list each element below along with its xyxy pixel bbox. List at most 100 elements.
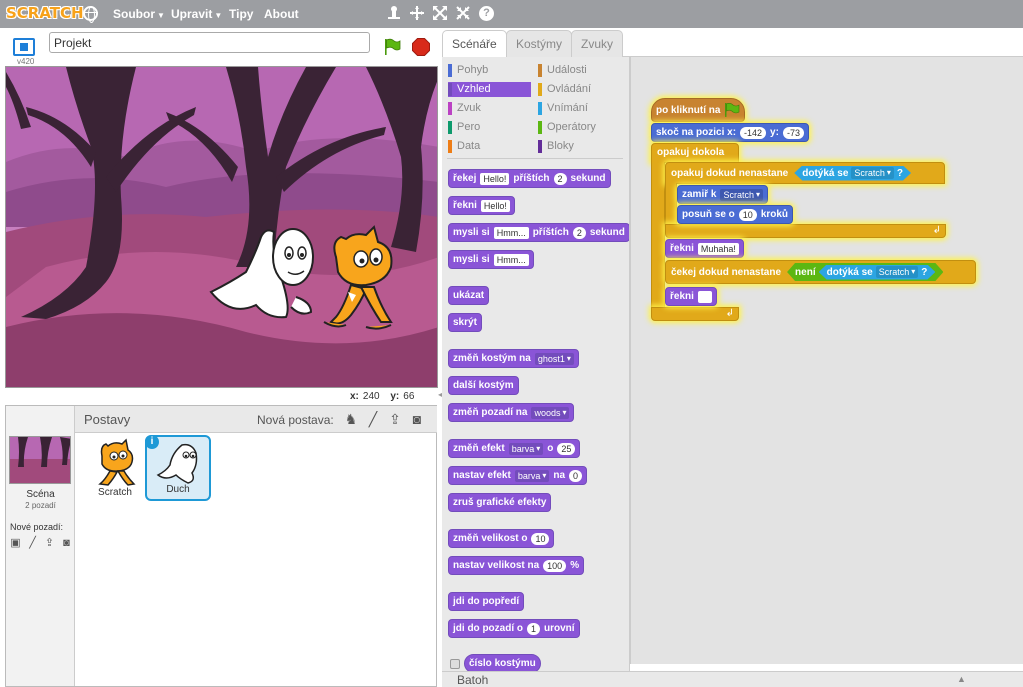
expand-arrow-icon[interactable]: ▲ [957, 674, 966, 684]
grow-icon[interactable] [431, 5, 449, 23]
scripts-area[interactable]: po kliknutí na skoč na pozici x: -142 y: -7… [630, 57, 1023, 664]
block-touching[interactable]: dotýká seScratch? [794, 166, 911, 181]
block-switch-backdrop[interactable]: změň pozadí na woods [448, 403, 575, 422]
block-wait-until[interactable]: čekej dokud nenastane není dotýká se Scra… [665, 260, 976, 284]
camera-sprite-icon[interactable]: ◙ [409, 411, 425, 427]
block-set-size[interactable]: nastav velikost na 100% [448, 556, 585, 575]
sprite-name: Scratch [98, 487, 132, 498]
backpack-label: Batoh [457, 673, 489, 687]
category-divider [447, 158, 623, 159]
project-title-input[interactable] [49, 32, 370, 53]
mouse-coordinates: x: 240 y: 66 [350, 391, 415, 402]
category-events[interactable]: Události [538, 63, 623, 78]
camera-backdrop-icon[interactable]: ◙ [60, 537, 73, 549]
sprite-thumb-scratch[interactable]: Scratch [82, 436, 148, 502]
category-sensing[interactable]: Vnímání [538, 101, 623, 116]
stage-header: v420 [5, 30, 438, 66]
block-touching[interactable]: dotýká seScratch? [819, 265, 936, 280]
sprite-library-icon[interactable]: ♞ [343, 411, 359, 427]
scene-thumbnail[interactable] [9, 436, 71, 484]
mouse-y-value: 66 [403, 391, 415, 402]
repeat-until-bottom: ↲ [665, 224, 946, 238]
paint-backdrop-icon[interactable]: ╱ [26, 537, 39, 549]
category-more-blocks[interactable]: Bloky [538, 139, 623, 154]
version-label: v420 [17, 57, 35, 66]
stage-backdrop [6, 67, 437, 387]
block-move-steps[interactable]: posuň se o 10 kroků [677, 205, 794, 224]
help-icon[interactable]: ? [479, 6, 494, 21]
fullscreen-icon[interactable] [13, 38, 35, 56]
sprites-header: Postavy Nová postava: ♞ ╱ ⇪ ◙ [75, 406, 437, 433]
shrink-icon[interactable] [454, 5, 472, 23]
block-say-muhaha[interactable]: řekni Muhaha! [665, 239, 744, 258]
tab-scripts[interactable]: Scénáře [442, 30, 507, 58]
block-clear-effects[interactable]: zruš grafické efekty [448, 493, 552, 512]
block-repeat-until[interactable]: opakuj dokud nenastane dotýká seScratch? [665, 162, 945, 184]
new-sprite-label: Nová postava: [257, 413, 334, 427]
block-not[interactable]: není dotýká seScratch? [787, 263, 943, 281]
block-forever[interactable]: opakuj dokola [651, 143, 739, 163]
tab-sounds[interactable]: Zvuky [571, 30, 624, 57]
upload-backdrop-icon[interactable]: ⇪ [43, 537, 56, 549]
new-backdrop-label: Nové pozadí: [10, 522, 64, 532]
info-icon[interactable]: i [145, 435, 159, 449]
block-change-effect[interactable]: změň efektbarvao25 [448, 439, 581, 458]
editor-tabs: Scénáře Kostýmy Zvuky [442, 30, 1023, 58]
duplicate-icon[interactable] [385, 5, 403, 23]
block-set-effect[interactable]: nastav efektbarvana0 [448, 466, 588, 485]
category-pen[interactable]: Pero [448, 120, 533, 135]
sprites-title: Postavy [84, 412, 131, 427]
scene-label: Scéna [26, 489, 55, 500]
category-data[interactable]: Data [448, 139, 533, 154]
category-control[interactable]: Ovládání [538, 82, 623, 97]
costume-number-checkbox[interactable] [450, 659, 460, 669]
backdrop-library-icon[interactable]: ▣ [9, 537, 22, 549]
category-looks[interactable]: Vzhled [448, 82, 531, 97]
block-go-to-front[interactable]: jdi do popředí [448, 592, 525, 611]
sprite-thumb-duch[interactable]: i Duch [145, 435, 211, 501]
sprite-library-pane: Scéna 2 pozadí Nové pozadí: ▣ ╱ ⇪ ◙ Post… [5, 405, 437, 687]
block-when-flag-clicked[interactable]: po kliknutí na [651, 98, 746, 122]
block-show[interactable]: ukázat [448, 286, 490, 305]
block-palette: Pohyb Události Vzhled Ovládání Zvuk Vním… [442, 57, 630, 672]
stop-icon[interactable] [412, 38, 430, 56]
block-next-costume[interactable]: další kostým [448, 376, 519, 395]
language-globe-icon[interactable] [83, 6, 98, 23]
block-change-size[interactable]: změň velikost o 10 [448, 529, 555, 548]
menu-bar: SCRATCH Soubor ▼ Upravit ▼ Tipy About ? [0, 0, 1023, 28]
green-flag-icon[interactable] [383, 38, 401, 56]
block-say[interactable]: řekni Hello! [448, 196, 515, 215]
scene-column[interactable]: Scéna 2 pozadí Nové pozadí: ▣ ╱ ⇪ ◙ [6, 406, 75, 686]
block-go-to-xy[interactable]: skoč na pozici x: -142 y: -73 [651, 123, 809, 142]
backpack-bar[interactable]: Batoh ▲ [442, 671, 1023, 687]
block-point-towards[interactable]: zamiř k Scratch [677, 185, 768, 204]
forever-bottom: ↲ [651, 307, 739, 321]
category-motion[interactable]: Pohyb [448, 63, 533, 78]
block-say-for-secs[interactable]: řekej Hello! příštích 2 sekund [448, 169, 611, 188]
menu-tips[interactable]: Tipy [229, 7, 253, 21]
mouse-x-value: 240 [362, 391, 380, 402]
scratch-logo[interactable]: SCRATCH [6, 4, 84, 22]
category-operators[interactable]: Operátory [538, 120, 623, 135]
scene-backdrop-count: 2 pozadí [25, 501, 56, 510]
block-go-back-layers[interactable]: jdi do pozadí o 1 urovní [448, 619, 580, 638]
menu-about[interactable]: About [264, 7, 299, 21]
sprite-name: Duch [166, 484, 190, 495]
green-flag-icon [725, 103, 740, 117]
block-switch-costume[interactable]: změň kostým na ghost1 [448, 349, 579, 368]
block-think[interactable]: mysli si Hmm... [448, 250, 534, 269]
repeat-until-arm [665, 183, 677, 229]
cut-icon[interactable] [408, 5, 426, 23]
forever-arm [651, 162, 665, 315]
block-say-empty[interactable]: řekni [665, 287, 717, 306]
block-hide[interactable]: skrýt [448, 313, 482, 332]
upload-sprite-icon[interactable]: ⇪ [387, 411, 403, 427]
tab-costumes[interactable]: Kostýmy [506, 30, 573, 57]
category-sound[interactable]: Zvuk [448, 101, 533, 116]
paint-sprite-icon[interactable]: ╱ [365, 411, 381, 427]
block-think-for-secs[interactable]: mysli si Hmm... příštích 2 sekund [448, 223, 629, 242]
menu-edit[interactable]: Upravit ▼ [171, 7, 222, 21]
stage-canvas[interactable] [5, 66, 438, 388]
block-costume-number[interactable]: číslo kostýmu [464, 654, 541, 672]
menu-file[interactable]: Soubor ▼ [113, 7, 165, 21]
